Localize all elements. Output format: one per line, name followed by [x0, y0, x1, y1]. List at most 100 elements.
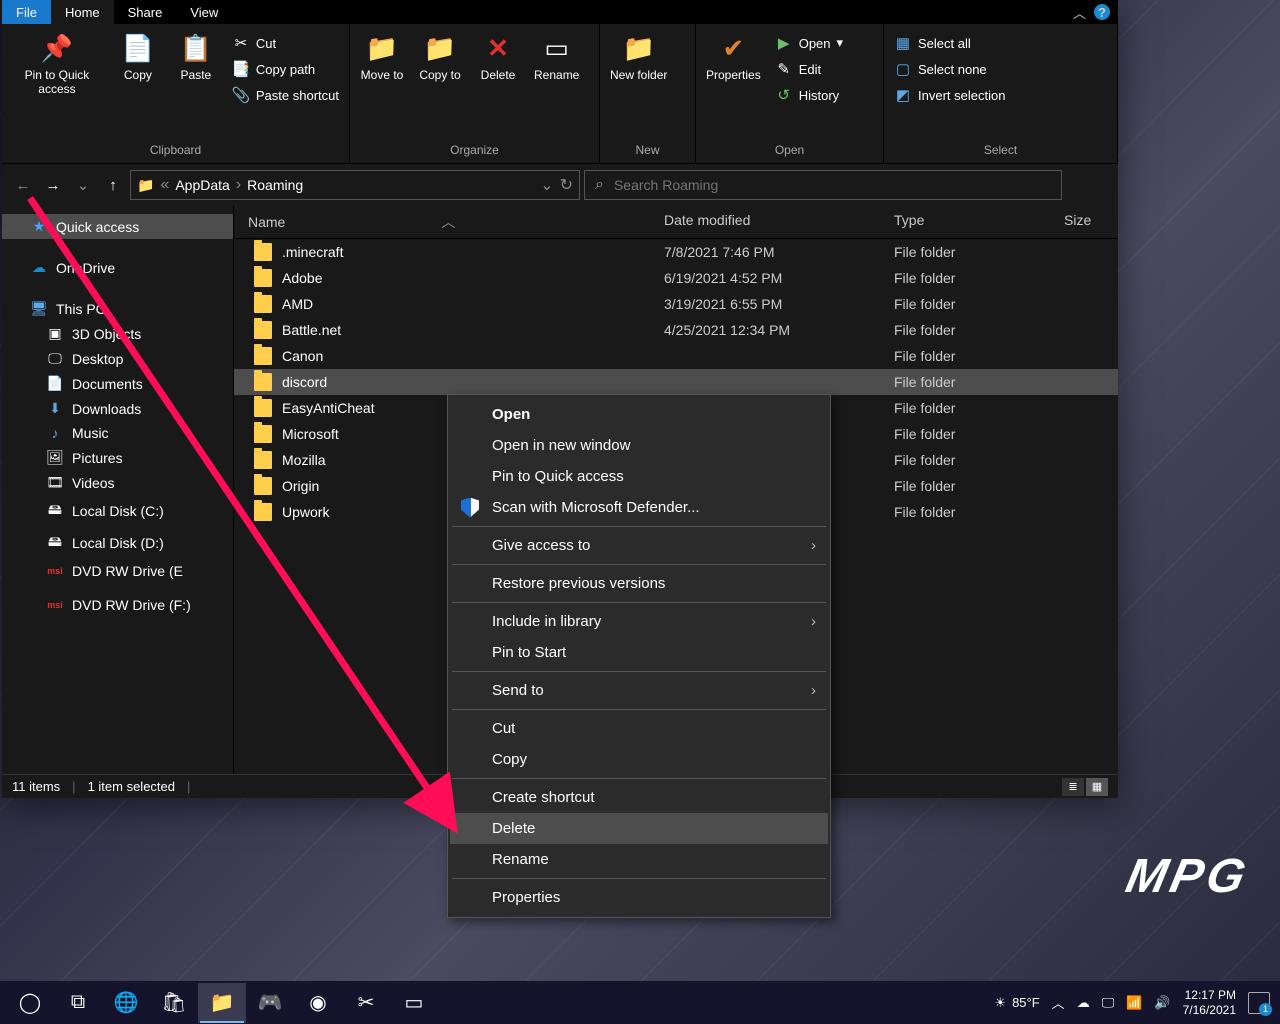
ctx-send-to[interactable]: Send to› — [450, 675, 828, 706]
folder-icon — [254, 243, 272, 261]
nav-recent-button[interactable]: ⌄ — [70, 172, 96, 198]
file-row[interactable]: .minecraft7/8/2021 7:46 PMFile folder — [234, 239, 1118, 265]
col-name[interactable]: Name︿ — [234, 212, 664, 232]
taskbar-app1[interactable]: 🎮 — [246, 983, 294, 1023]
copy-to-button[interactable]: 📁Copy to — [414, 28, 466, 86]
ctx-open[interactable]: Open — [450, 399, 828, 430]
view-details-button[interactable]: ≣ — [1062, 778, 1084, 796]
ctx-restore[interactable]: Restore previous versions — [450, 568, 828, 599]
select-all-button[interactable]: ▦Select all — [890, 32, 1009, 54]
tab-view[interactable]: View — [176, 0, 232, 24]
ribbon-group-select: Select — [890, 141, 1111, 159]
sidebar-3d-objects[interactable]: ▣3D Objects — [2, 321, 233, 346]
search-box[interactable]: ⌕ — [584, 170, 1062, 200]
ribbon-tabs: File Home Share View ︿ ? — [2, 0, 1118, 24]
tray-volume-icon[interactable]: 🔊 — [1154, 995, 1170, 1011]
file-row[interactable]: Adobe6/19/2021 4:52 PMFile folder — [234, 265, 1118, 291]
rename-button[interactable]: ▭Rename — [530, 28, 583, 86]
taskbar-clock[interactable]: 12:17 PM7/16/2021 — [1183, 988, 1236, 1018]
ctx-include-library[interactable]: Include in library› — [450, 606, 828, 637]
ctx-open-new-window[interactable]: Open in new window — [450, 430, 828, 461]
ctx-pin-start[interactable]: Pin to Start — [450, 637, 828, 668]
tray-network-icon[interactable]: 📶 — [1126, 995, 1142, 1011]
address-bar[interactable]: 📁 « AppData › Roaming ⌄ ↻ — [130, 170, 580, 200]
file-row[interactable]: discordFile folder — [234, 369, 1118, 395]
taskbar-chrome[interactable]: ◉ — [294, 983, 342, 1023]
nav-forward-button[interactable]: → — [40, 172, 66, 198]
sidebar-onedrive[interactable]: ☁OneDrive — [2, 255, 233, 280]
ctx-cut[interactable]: Cut — [450, 713, 828, 744]
sidebar-pictures[interactable]: 🖼Pictures — [2, 445, 233, 470]
ctx-create-shortcut[interactable]: Create shortcut — [450, 782, 828, 813]
context-menu: Open Open in new window Pin to Quick acc… — [447, 394, 831, 918]
taskbar-app2[interactable]: ✂ — [342, 983, 390, 1023]
start-button[interactable]: ◯ — [6, 983, 54, 1023]
taskbar-explorer[interactable]: 📁 — [198, 983, 246, 1023]
move-to-button[interactable]: 📁Move to — [356, 28, 408, 86]
folder-icon — [254, 503, 272, 521]
notifications-button[interactable] — [1248, 992, 1270, 1014]
sidebar-desktop[interactable]: 🖵Desktop — [2, 346, 233, 371]
tab-share[interactable]: Share — [114, 0, 177, 24]
search-input[interactable] — [614, 177, 1051, 193]
paste-shortcut-button[interactable]: 📎Paste shortcut — [228, 84, 343, 106]
breadcrumb-roaming[interactable]: Roaming — [247, 177, 303, 193]
breadcrumb-appdata[interactable]: AppData — [175, 177, 229, 193]
tray-onedrive-icon[interactable]: ☁ — [1077, 995, 1090, 1011]
tab-home[interactable]: Home — [51, 0, 114, 24]
ctx-properties[interactable]: Properties — [450, 882, 828, 913]
ribbon-collapse-icon[interactable]: ︿ — [1073, 3, 1086, 22]
col-type[interactable]: Type — [894, 212, 1064, 232]
nav-back-button[interactable]: ← — [10, 172, 36, 198]
sidebar-videos[interactable]: 🎞Videos — [2, 470, 233, 495]
view-large-button[interactable]: ▦ — [1086, 778, 1108, 796]
edit-button[interactable]: ✎Edit — [771, 58, 847, 80]
properties-button[interactable]: ✔Properties — [702, 28, 765, 86]
refresh-icon[interactable]: ↻ — [560, 175, 573, 195]
delete-button[interactable]: ✕Delete — [472, 28, 524, 86]
sidebar-dvd-f[interactable]: msiDVD RW Drive (F:) — [2, 593, 233, 617]
new-folder-button[interactable]: 📁New folder — [606, 28, 671, 86]
copy-button[interactable]: 📄Copy — [112, 28, 164, 86]
sidebar-dvd-e[interactable]: msiDVD RW Drive (E — [2, 559, 233, 583]
ctx-give-access[interactable]: Give access to› — [450, 530, 828, 561]
open-button[interactable]: ▶Open ▾ — [771, 32, 847, 54]
pin-to-quick-access-button[interactable]: 📌Pin to Quick access — [8, 28, 106, 100]
copy-path-button[interactable]: 📑Copy path — [228, 58, 343, 80]
help-icon[interactable]: ? — [1094, 4, 1110, 20]
nav-up-button[interactable]: ↑ — [100, 172, 126, 198]
nav-bar: ← → ⌄ ↑ 📁 « AppData › Roaming ⌄ ↻ ⌕ — [2, 164, 1118, 206]
sidebar-local-disk-c[interactable]: 🖴Local Disk (C:) — [2, 495, 233, 527]
file-row[interactable]: AMD3/19/2021 6:55 PMFile folder — [234, 291, 1118, 317]
sidebar-this-pc[interactable]: 🖥This PC — [2, 296, 233, 321]
select-none-button[interactable]: ▢Select none — [890, 58, 1009, 80]
taskbar-app3[interactable]: ▭ — [390, 983, 438, 1023]
breadcrumb-dropdown-icon[interactable]: ⌄ — [540, 175, 553, 195]
invert-selection-button[interactable]: ◩Invert selection — [890, 84, 1009, 106]
cut-button[interactable]: ✂Cut — [228, 32, 343, 54]
sidebar-documents[interactable]: 📄Documents — [2, 371, 233, 396]
column-headers: Name︿ Date modified Type Size — [234, 206, 1118, 239]
taskbar-edge[interactable]: 🌐 — [102, 983, 150, 1023]
tab-file[interactable]: File — [2, 0, 51, 24]
ctx-pin-quick[interactable]: Pin to Quick access — [450, 461, 828, 492]
file-row[interactable]: CanonFile folder — [234, 343, 1118, 369]
ctx-delete[interactable]: Delete — [450, 813, 828, 844]
sidebar-local-disk-d[interactable]: 🖴Local Disk (D:) — [2, 527, 233, 559]
ctx-copy[interactable]: Copy — [450, 744, 828, 775]
task-view-button[interactable]: ⧉ — [54, 983, 102, 1023]
weather-widget[interactable]: ☀85°F — [994, 995, 1039, 1011]
ctx-defender[interactable]: Scan with Microsoft Defender... — [450, 492, 828, 523]
paste-button[interactable]: 📋Paste — [170, 28, 222, 86]
history-button[interactable]: ↺History — [771, 84, 847, 106]
tray-monitor-icon[interactable]: 🖵 — [1102, 995, 1115, 1011]
taskbar-store[interactable]: 🛍 — [150, 983, 198, 1023]
sidebar-quick-access[interactable]: ★Quick access — [2, 214, 233, 239]
ctx-rename[interactable]: Rename — [450, 844, 828, 875]
sidebar-music[interactable]: ♪Music — [2, 421, 233, 445]
col-date[interactable]: Date modified — [664, 212, 894, 232]
sidebar-downloads[interactable]: ⬇Downloads — [2, 396, 233, 421]
tray-expand-icon[interactable]: ︿ — [1052, 993, 1065, 1012]
col-size[interactable]: Size — [1064, 212, 1118, 232]
file-row[interactable]: Battle.net4/25/2021 12:34 PMFile folder — [234, 317, 1118, 343]
